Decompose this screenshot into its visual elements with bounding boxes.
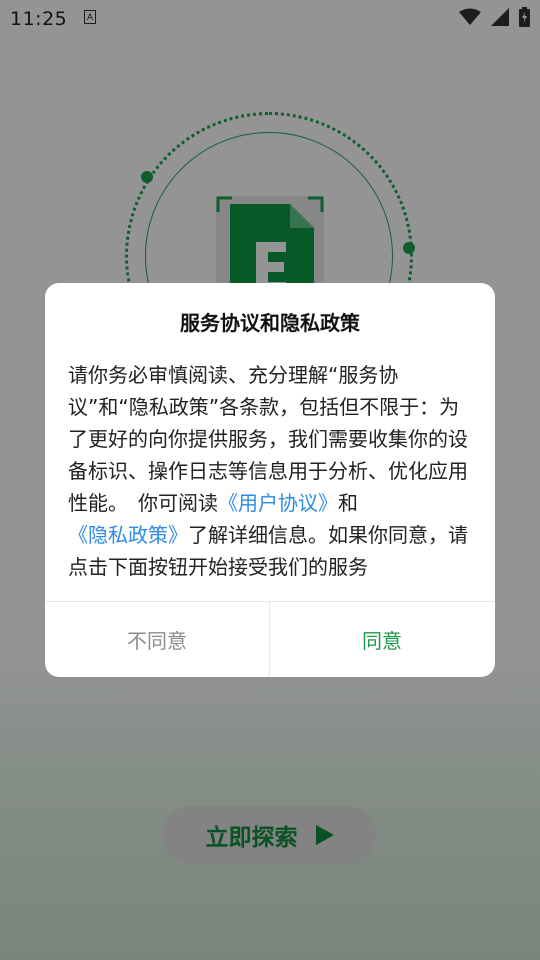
agree-button[interactable]: 同意 (270, 602, 494, 677)
body-text-and: 和 (338, 491, 358, 515)
privacy-dialog: 服务协议和隐私政策 请你务必审慎阅读、充分理解“服务协议”和“隐私政策”各条款，… (45, 283, 495, 677)
dialog-body: 请你务必审慎阅读、充分理解“服务协议”和“隐私政策”各条款，包括但不限于：为了更… (68, 359, 472, 583)
user-agreement-link[interactable]: 《用户协议》 (218, 491, 338, 515)
privacy-policy-link[interactable]: 《隐私政策》 (68, 523, 188, 547)
dialog-title: 服务协议和隐私政策 (180, 311, 360, 335)
disagree-button[interactable]: 不同意 (45, 602, 269, 677)
